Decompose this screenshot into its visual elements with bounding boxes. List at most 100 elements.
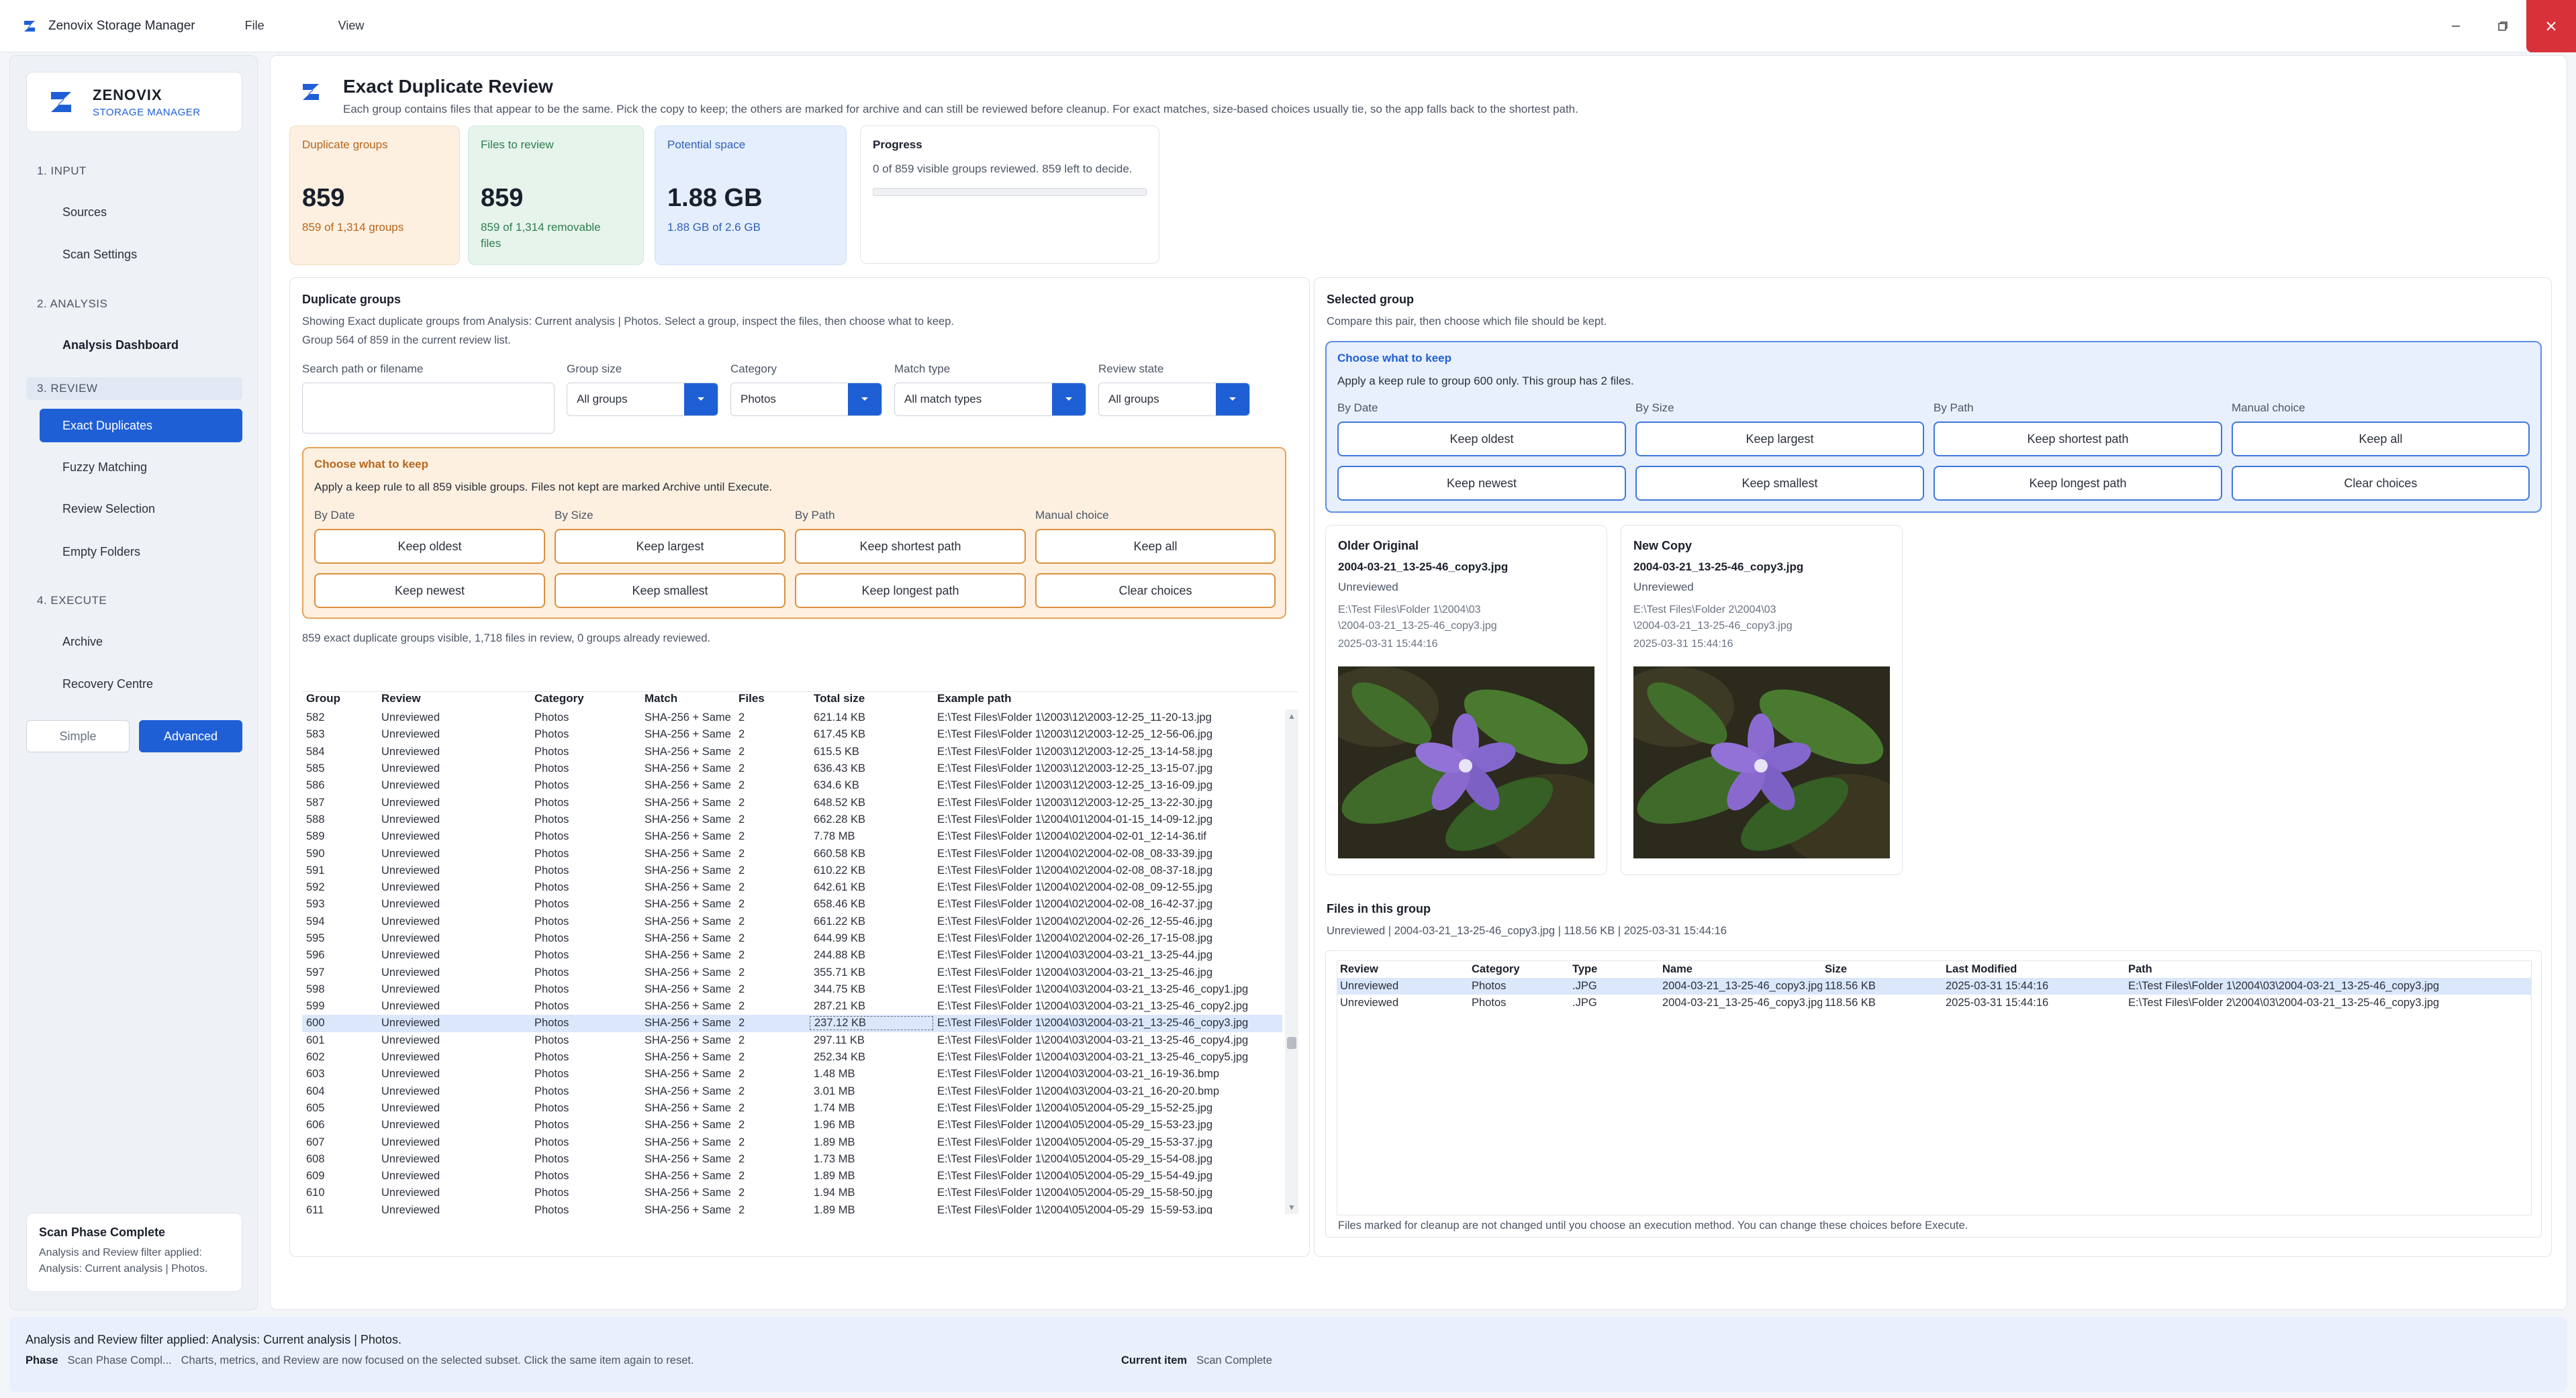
keep-largest-button[interactable]: Keep largest (555, 529, 785, 564)
chevron-down-icon[interactable] (1052, 383, 1086, 415)
search-input[interactable] (302, 383, 555, 434)
group-keep-smallest-button[interactable]: Keep smallest (1635, 466, 1924, 501)
table-row[interactable]: 583 Unreviewed Photos SHA-256 + Same 2 617.45… (302, 726, 1282, 743)
col-category[interactable]: Category (1469, 963, 1570, 976)
col-size[interactable]: Size (1822, 963, 1943, 976)
category-select[interactable]: Photos (730, 383, 882, 416)
page-subtitle: Each group contains files that appear to… (343, 103, 1578, 115)
col-type[interactable]: Type (1570, 963, 1660, 976)
sidebar-item-archive[interactable]: Archive (40, 625, 242, 658)
group-keep-shortest-path-button[interactable]: Keep shortest path (1934, 421, 2222, 456)
table-row[interactable]: 591 Unreviewed Photos SHA-256 + Same 2 610.22… (302, 862, 1282, 879)
review-state-select[interactable]: All groups (1098, 383, 1250, 416)
stat-potential-space: Potential space 1.88 GB 1.88 GB of 2.6 G… (655, 126, 847, 265)
group-clear-choices-button[interactable]: Clear choices (2232, 466, 2530, 501)
table-row[interactable]: 587 Unreviewed Photos SHA-256 + Same 2 648.52… (302, 794, 1282, 811)
chevron-down-icon[interactable] (848, 383, 881, 415)
close-icon[interactable] (2526, 0, 2576, 52)
table-row[interactable]: 586 Unreviewed Photos SHA-256 + Same 2 634.6 … (302, 777, 1282, 794)
keep-longest-path-button[interactable]: Keep longest path (795, 573, 1026, 608)
simple-mode-button[interactable]: Simple (26, 720, 130, 752)
match-type-select[interactable]: All match types (894, 383, 1086, 416)
col-category[interactable]: Category (530, 692, 640, 708)
sidebar-item-scan-settings[interactable]: Scan Settings (40, 238, 242, 271)
sidebar-item-empty-folders[interactable]: Empty Folders (40, 535, 242, 568)
group-keep-longest-path-button[interactable]: Keep longest path (1934, 466, 2222, 501)
scroll-thumb[interactable] (1287, 1037, 1296, 1049)
keep-smallest-button[interactable]: Keep smallest (555, 573, 785, 608)
table-row[interactable]: 588 Unreviewed Photos SHA-256 + Same 2 662.28… (302, 811, 1282, 828)
cell-files: 2 (738, 779, 745, 792)
files-table-row[interactable]: Unreviewed Photos .JPG 2004-03-21_13-25-46_… (1337, 995, 2531, 1011)
table-row[interactable]: 598 Unreviewed Photos SHA-256 + Same 2 344.75… (302, 981, 1282, 998)
table-row[interactable]: 611 Unreviewed Photos SHA-256 + Same 2 1.89 M… (302, 1202, 1282, 1214)
cell-review: Unreviewed (1340, 997, 1399, 1009)
advanced-mode-button[interactable]: Advanced (139, 720, 242, 752)
col-review[interactable]: Review (1337, 963, 1469, 976)
menu-view[interactable]: View (330, 15, 373, 37)
group-keep-all-button[interactable]: Keep all (2232, 421, 2530, 456)
table-row[interactable]: 605 Unreviewed Photos SHA-256 + Same 2 1.74 M… (302, 1100, 1282, 1117)
sidebar-item-fuzzy-matching[interactable]: Fuzzy Matching (40, 450, 242, 484)
scroll-up-icon[interactable]: ▲ (1285, 709, 1298, 723)
minimize-icon[interactable] (2432, 0, 2479, 52)
compare-card-copy[interactable]: New Copy 2004-03-21_13-25-46_copy3.jpg U… (1621, 525, 1903, 875)
col-group[interactable]: Group (302, 692, 377, 708)
group-size-select[interactable]: All groups (567, 383, 718, 416)
col-files[interactable]: Files (734, 692, 810, 708)
col-name[interactable]: Name (1660, 963, 1822, 976)
table-row[interactable]: 608 Unreviewed Photos SHA-256 + Same 2 1.73 M… (302, 1151, 1282, 1168)
files-table-row[interactable]: Unreviewed Photos .JPG 2004-03-21_13-25-46_… (1337, 978, 2531, 995)
menu-file[interactable]: File (237, 15, 273, 37)
table-row[interactable]: 600 Unreviewed Photos SHA-256 + Same 2 237.12… (302, 1015, 1282, 1032)
table-row[interactable]: 593 Unreviewed Photos SHA-256 + Same 2 658.46… (302, 896, 1282, 913)
table-row[interactable]: 594 Unreviewed Photos SHA-256 + Same 2 661.22… (302, 913, 1282, 930)
clear-choices-button[interactable]: Clear choices (1035, 573, 1276, 608)
table-row[interactable]: 596 Unreviewed Photos SHA-256 + Same 2 244.88… (302, 947, 1282, 964)
group-keep-largest-button[interactable]: Keep largest (1635, 421, 1924, 456)
sidebar-item-analysis-dashboard[interactable]: Analysis Dashboard (40, 328, 242, 362)
chevron-down-icon[interactable] (1216, 383, 1249, 415)
table-row[interactable]: 585 Unreviewed Photos SHA-256 + Same 2 636.43… (302, 760, 1282, 777)
sidebar-item-recovery-centre[interactable]: Recovery Centre (40, 667, 242, 701)
sidebar-item-sources[interactable]: Sources (40, 195, 242, 229)
keep-oldest-button[interactable]: Keep oldest (314, 529, 545, 564)
table-row[interactable]: 595 Unreviewed Photos SHA-256 + Same 2 644.99… (302, 930, 1282, 947)
keep-newest-button[interactable]: Keep newest (314, 573, 545, 608)
col-review[interactable]: Review (377, 692, 530, 708)
table-row[interactable]: 607 Unreviewed Photos SHA-256 + Same 2 1.89 M… (302, 1134, 1282, 1150)
compare-card-original[interactable]: Older Original 2004-03-21_13-25-46_copy3… (1325, 525, 1607, 875)
group-keep-oldest-button[interactable]: Keep oldest (1337, 421, 1626, 456)
col-match[interactable]: Match (640, 692, 734, 708)
table-row[interactable]: 597 Unreviewed Photos SHA-256 + Same 2 355.71… (302, 964, 1282, 981)
table-row[interactable]: 589 Unreviewed Photos SHA-256 + Same 2 7.78 M… (302, 828, 1282, 845)
table-row[interactable]: 610 Unreviewed Photos SHA-256 + Same 2 1.94 M… (302, 1185, 1282, 1201)
scroll-down-icon[interactable]: ▼ (1285, 1201, 1298, 1214)
table-row[interactable]: 599 Unreviewed Photos SHA-256 + Same 2 287.21… (302, 998, 1282, 1015)
keep-all-button[interactable]: Keep all (1035, 529, 1276, 564)
chevron-down-icon[interactable] (684, 383, 718, 415)
table-row[interactable]: 582 Unreviewed Photos SHA-256 + Same 2 621.14… (302, 709, 1282, 726)
table-row[interactable]: 606 Unreviewed Photos SHA-256 + Same 2 1.96 M… (302, 1117, 1282, 1134)
col-path[interactable]: Path (2126, 963, 2528, 976)
cell-match: SHA-256 + Same (645, 1034, 731, 1046)
table-row[interactable]: 603 Unreviewed Photos SHA-256 + Same 2 1.48 M… (302, 1066, 1282, 1083)
sidebar-item-exact-duplicates[interactable]: Exact Duplicates (40, 409, 242, 442)
table-row[interactable]: 609 Unreviewed Photos SHA-256 + Same 2 1.89 M… (302, 1168, 1282, 1185)
table-row[interactable]: 604 Unreviewed Photos SHA-256 + Same 2 3.01 M… (302, 1083, 1282, 1100)
cell-files: 2 (738, 1136, 745, 1148)
table-row[interactable]: 602 Unreviewed Photos SHA-256 + Same 2 252.34… (302, 1049, 1282, 1066)
restore-icon[interactable] (2479, 0, 2526, 52)
sidebar-item-review-selection[interactable]: Review Selection (40, 492, 242, 526)
col-last-modified[interactable]: Last Modified (1943, 963, 2126, 976)
table-row[interactable]: 590 Unreviewed Photos SHA-256 + Same 2 660.58… (302, 845, 1282, 862)
cell-category: Photos (534, 1017, 569, 1030)
table-row[interactable]: 592 Unreviewed Photos SHA-256 + Same 2 642.61… (302, 879, 1282, 896)
table-scrollbar[interactable]: ▲ ▼ (1285, 709, 1298, 1214)
group-keep-newest-button[interactable]: Keep newest (1337, 466, 1626, 501)
col-total-size[interactable]: Total size (810, 692, 933, 708)
keep-shortest-path-button[interactable]: Keep shortest path (795, 529, 1026, 564)
col-example-path[interactable]: Example path (933, 692, 1282, 708)
table-row[interactable]: 584 Unreviewed Photos SHA-256 + Same 2 615.5 … (302, 744, 1282, 760)
table-row[interactable]: 601 Unreviewed Photos SHA-256 + Same 2 297.11… (302, 1032, 1282, 1049)
